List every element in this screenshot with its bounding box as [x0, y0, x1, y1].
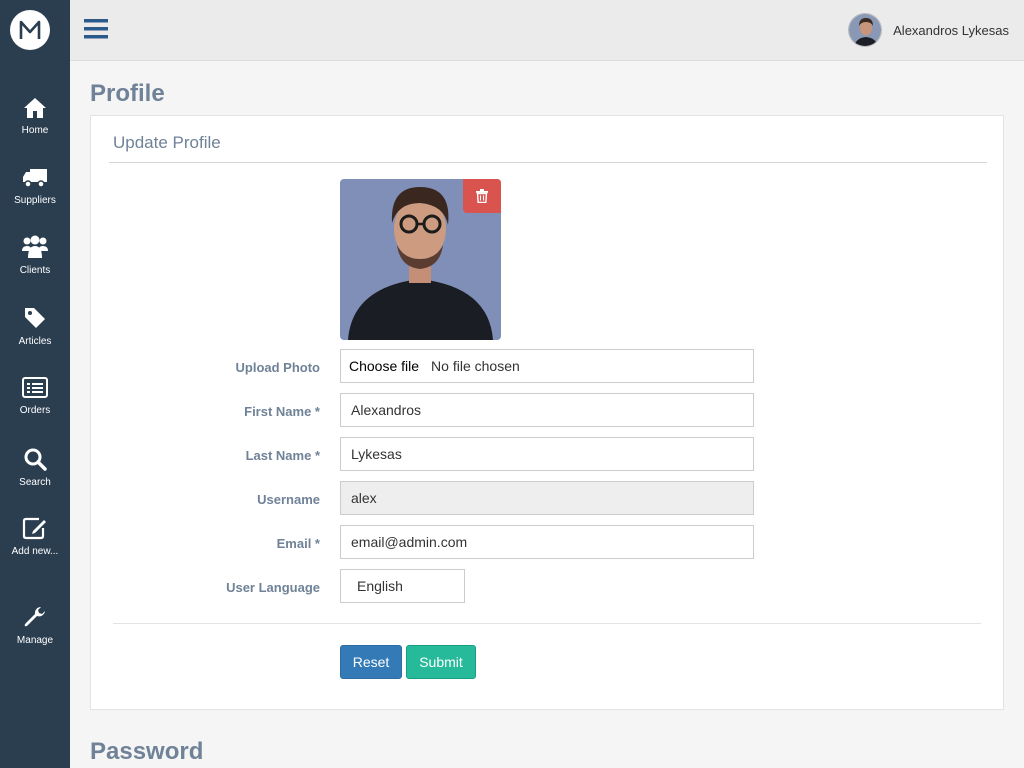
upload-photo-input[interactable]: Choose file No file chosen: [340, 349, 754, 383]
logo-icon: [19, 20, 41, 39]
user-language-select[interactable]: English: [340, 569, 465, 603]
first-name-field[interactable]: Alexandros: [340, 393, 754, 427]
edit-icon: [22, 517, 46, 540]
tag-icon: [25, 308, 45, 328]
last-name-field[interactable]: Lykesas: [340, 437, 754, 471]
submit-button[interactable]: Submit: [406, 645, 476, 679]
sidebar-item-label: Manage: [16, 635, 54, 646]
username-field: alex: [340, 481, 754, 515]
divider: [109, 162, 987, 163]
email-label: Email *: [276, 536, 320, 551]
sidebar-item-clients[interactable]: Clients: [0, 235, 70, 276]
sidebar-item-orders[interactable]: Orders: [0, 377, 70, 416]
choose-file-button[interactable]: Choose file: [349, 358, 419, 374]
list-icon: [22, 377, 48, 398]
sidebar-item-search[interactable]: Search: [0, 447, 70, 488]
user-name: Alexandros Lykesas: [893, 22, 1009, 38]
search-icon: [24, 448, 47, 471]
username-label: Username: [257, 492, 320, 507]
divider: [113, 623, 981, 624]
file-status-text: No file chosen: [431, 358, 520, 374]
truck-icon: [23, 169, 47, 188]
top-bar: Alexandros Lykesas: [70, 0, 1024, 61]
sidebar-item-articles[interactable]: Articles: [0, 306, 70, 347]
sidebar-item-label: Add new...: [11, 546, 59, 557]
users-icon: [22, 235, 48, 258]
upload-photo-label: Upload Photo: [235, 360, 321, 375]
sidebar-item-label: Search: [19, 477, 51, 488]
first-name-label: First Name *: [244, 404, 320, 419]
app-logo[interactable]: [10, 10, 50, 50]
email-field[interactable]: email@admin.com: [340, 525, 754, 559]
sidebar: Home Suppliers Clients Articles Orders S…: [0, 0, 70, 768]
sidebar-item-label: Home: [21, 125, 49, 136]
sidebar-item-label: Articles: [18, 336, 52, 347]
password-section-title: Password: [90, 738, 204, 765]
user-language-label: User Language: [226, 580, 320, 595]
panel-title: Update Profile: [113, 133, 221, 152]
user-avatar-image: [849, 14, 882, 46]
page-title: Profile: [90, 80, 165, 107]
trash-icon: [476, 189, 488, 203]
home-icon: [24, 98, 46, 118]
sidebar-item-manage[interactable]: Manage: [0, 605, 70, 646]
sidebar-item-label: Suppliers: [14, 195, 56, 206]
sidebar-item-home[interactable]: Home: [0, 97, 70, 136]
user-menu[interactable]: Alexandros Lykesas: [848, 13, 1009, 47]
delete-photo-button[interactable]: [463, 179, 501, 213]
update-profile-panel: Update Profile Upload Photo Choose file …: [90, 115, 1004, 710]
sidebar-item-label: Orders: [19, 405, 51, 416]
reset-button[interactable]: Reset: [340, 645, 402, 679]
sidebar-item-label: Clients: [19, 265, 51, 276]
avatar: [848, 13, 883, 47]
sidebar-item-add-new[interactable]: Add new...: [0, 516, 70, 557]
last-name-label: Last Name *: [245, 448, 320, 463]
hamburger-menu-icon[interactable]: [84, 17, 108, 41]
wrench-icon: [24, 606, 45, 627]
sidebar-item-suppliers[interactable]: Suppliers: [0, 167, 70, 206]
